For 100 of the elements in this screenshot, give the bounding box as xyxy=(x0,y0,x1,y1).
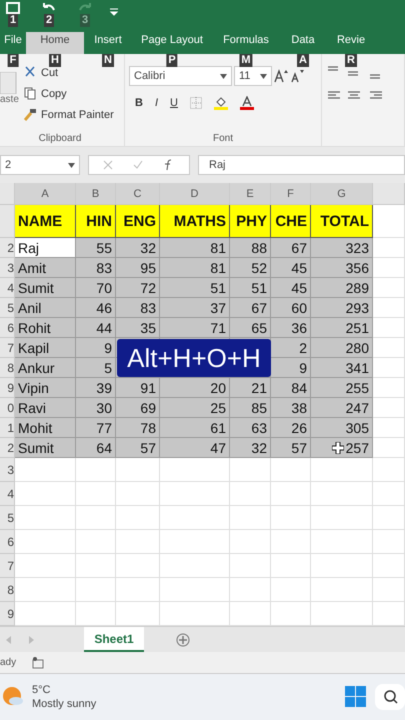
table-cell: Mohit xyxy=(15,418,76,438)
table-cell: 251 xyxy=(311,318,373,338)
empty-cell xyxy=(230,530,271,554)
customize-dropdown-icon[interactable] xyxy=(110,8,118,16)
row-number[interactable]: 3 xyxy=(0,458,15,482)
column-header[interactable]: F xyxy=(271,183,311,205)
search-icon[interactable] xyxy=(375,684,405,710)
ribbon-tab[interactable]: Data xyxy=(280,32,326,54)
group-label: Font xyxy=(212,133,234,144)
row-number[interactable]: 7 xyxy=(0,338,15,358)
empty-cell xyxy=(160,482,230,506)
table-cell: 47 xyxy=(160,438,230,458)
copy-button[interactable]: Copy xyxy=(24,83,114,104)
header-cell: NAME xyxy=(15,205,76,238)
table-cell: 45 xyxy=(271,278,311,298)
save-icon[interactable] xyxy=(6,2,20,14)
ribbon-tab[interactable]: File xyxy=(0,32,26,54)
table-cell: Sumit xyxy=(15,438,76,458)
row-number[interactable]: 1 xyxy=(0,418,15,438)
row-number[interactable]: 2 xyxy=(0,238,15,258)
header-cell: PHY xyxy=(230,205,271,238)
formula-input[interactable]: Raj xyxy=(198,155,405,175)
empty-cell xyxy=(271,554,311,578)
empty-cell xyxy=(311,482,373,506)
column-header[interactable]: G xyxy=(311,183,373,205)
row-number[interactable]: 8 xyxy=(0,578,15,602)
row-number[interactable]: 5 xyxy=(0,506,15,530)
table-cell: Amit xyxy=(15,258,76,278)
caret-icon[interactable] xyxy=(260,74,267,78)
table-cell: 21 xyxy=(230,378,271,398)
row-number[interactable]: 9 xyxy=(0,378,15,398)
table-cell: 81 xyxy=(160,258,230,278)
paste-label[interactable]: aste xyxy=(0,94,19,105)
table-cell: 46 xyxy=(76,298,116,318)
table-cell: 72 xyxy=(116,278,160,298)
table-cell: 63 xyxy=(230,418,271,438)
shrink-font-icon[interactable] xyxy=(290,69,304,83)
caret-icon[interactable] xyxy=(68,162,75,168)
keytip-label: M xyxy=(239,54,253,67)
table-cell: 51 xyxy=(230,278,271,298)
windows-start-icon[interactable] xyxy=(345,686,367,708)
row-number[interactable]: 7 xyxy=(0,554,15,578)
row-number[interactable]: 6 xyxy=(0,530,15,554)
ribbon-tab[interactable]: Insert xyxy=(84,32,132,54)
empty-cell xyxy=(230,482,271,506)
font-color-icon[interactable] xyxy=(240,96,254,110)
row-number[interactable]: 2 xyxy=(0,438,15,458)
fill-color-icon[interactable] xyxy=(214,96,228,110)
row-number[interactable]: 0 xyxy=(0,398,15,418)
grow-font-icon[interactable] xyxy=(274,69,288,83)
empty-cell xyxy=(76,458,116,482)
ribbon-tab[interactable]: Home xyxy=(26,32,84,54)
accessibility-icon[interactable] xyxy=(32,656,44,668)
empty-cell xyxy=(160,578,230,602)
check-icon[interactable] xyxy=(133,160,143,170)
table-cell: Ankur xyxy=(15,358,76,378)
table-cell: Raj xyxy=(15,238,76,258)
table-cell: 341 xyxy=(311,358,373,378)
column-header[interactable]: A xyxy=(15,183,76,205)
keytip-label: A xyxy=(297,54,309,67)
name-box[interactable]: 2 xyxy=(0,155,80,175)
empty-cell xyxy=(230,554,271,578)
ribbon-tab[interactable]: Formulas xyxy=(212,32,280,54)
empty-cell xyxy=(271,458,311,482)
column-header[interactable]: C xyxy=(116,183,160,205)
empty-cell xyxy=(230,578,271,602)
table-cell: 323 xyxy=(311,238,373,258)
ribbon-tab[interactable]: Revie xyxy=(326,32,376,54)
column-header[interactable]: B xyxy=(76,183,116,205)
table-cell: 57 xyxy=(271,438,311,458)
italic-button[interactable]: I xyxy=(154,97,158,109)
sheet-tab[interactable]: Sheet1 xyxy=(84,627,144,652)
ribbon-tab[interactable]: Page Layout xyxy=(132,32,212,54)
add-sheet-icon[interactable] xyxy=(176,632,190,646)
font-size-dropdown[interactable]: 11 xyxy=(234,66,272,86)
row-number[interactable]: 9 xyxy=(0,602,15,626)
table-cell: 36 xyxy=(271,318,311,338)
table-cell: 78 xyxy=(116,418,160,438)
empty-cell xyxy=(271,482,311,506)
empty-cell xyxy=(311,530,373,554)
cursor-icon xyxy=(332,442,344,454)
row-number[interactable]: 8 xyxy=(0,358,15,378)
row-number[interactable]: 6 xyxy=(0,318,15,338)
format-painter-button[interactable]: Format Painter xyxy=(24,104,114,125)
empty-cell xyxy=(76,530,116,554)
bold-button[interactable]: B xyxy=(135,97,143,109)
keytip-label: 3 xyxy=(80,14,90,27)
font-name-dropdown[interactable]: Calibri xyxy=(129,66,232,86)
column-header[interactable]: D xyxy=(160,183,230,205)
caret-icon[interactable] xyxy=(220,74,227,78)
column-header[interactable]: E xyxy=(230,183,271,205)
row-number[interactable]: 4 xyxy=(0,278,15,298)
table-cell: 39 xyxy=(76,378,116,398)
row-number[interactable]: 3 xyxy=(0,258,15,278)
empty-cell xyxy=(116,506,160,530)
empty-cell xyxy=(311,458,373,482)
underline-button[interactable]: U xyxy=(170,97,178,109)
table-cell: 83 xyxy=(76,258,116,278)
row-number[interactable]: 5 xyxy=(0,298,15,318)
row-number[interactable]: 4 xyxy=(0,482,15,506)
